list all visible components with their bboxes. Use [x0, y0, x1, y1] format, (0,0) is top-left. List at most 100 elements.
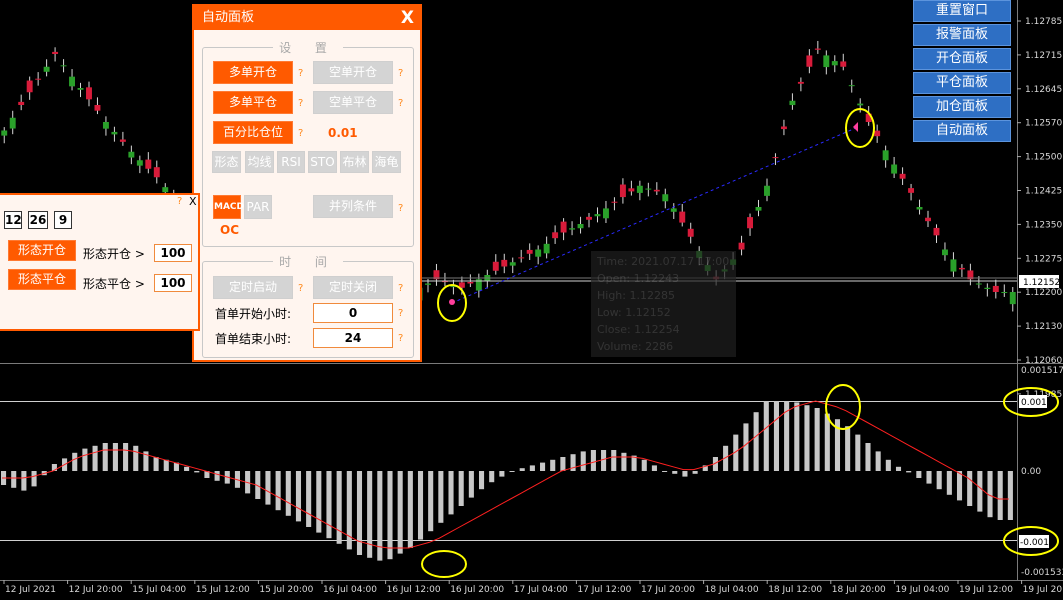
pattern-open-label: 形态开仓 >: [83, 247, 145, 261]
close-icon[interactable]: X: [189, 195, 197, 208]
candle-body: [136, 160, 143, 166]
open-panel-button[interactable]: 开仓面板: [913, 48, 1011, 70]
histogram-bar: [814, 408, 820, 471]
histogram-bar: [194, 471, 200, 473]
help-icon[interactable]: ?: [298, 283, 303, 294]
ma-tag-button[interactable]: 均线: [245, 151, 274, 173]
par-button[interactable]: PAR: [244, 195, 272, 219]
time-tick-label: 15 Jul 12:00: [196, 585, 250, 595]
histogram-bar: [967, 471, 973, 506]
alert-panel-button[interactable]: 报警面板: [913, 24, 1011, 46]
percent-position-button[interactable]: 百分比仓位: [213, 121, 293, 144]
candle-body: [670, 208, 677, 212]
multi-close-button[interactable]: 多单平仓: [213, 91, 293, 114]
pattern-open-button[interactable]: 形态开仓: [8, 240, 76, 261]
rsi-tag-button[interactable]: RSI: [277, 151, 305, 173]
histogram-bar: [773, 401, 780, 471]
candle-body: [467, 281, 474, 284]
candle-body: [577, 224, 584, 229]
time-tick-label: 15 Jul 20:00: [259, 585, 313, 595]
price-tick-label: 1.12785: [1025, 17, 1062, 27]
histogram-bar: [794, 402, 800, 471]
candle-body: [611, 201, 618, 203]
add-position-panel-button[interactable]: 加仓面板: [913, 96, 1011, 118]
auto-panel: 自动面板 X 设 置 多单开仓 ? 空单开仓 ? 多单平仓 ? 空单平仓 ? 百…: [192, 4, 422, 362]
candle-body: [162, 187, 169, 193]
pattern-close-button[interactable]: 形态平仓: [8, 269, 76, 290]
candle-body: [908, 188, 915, 193]
histogram-bar: [184, 466, 190, 471]
help-icon[interactable]: ?: [398, 203, 403, 214]
short-close-button[interactable]: 空单平仓: [313, 91, 393, 114]
histogram-bar: [855, 434, 861, 471]
histogram-bar: [316, 471, 322, 533]
help-icon[interactable]: ?: [177, 196, 182, 207]
histogram-bar: [692, 471, 698, 474]
help-icon[interactable]: ?: [398, 68, 403, 79]
histogram-bar: [11, 471, 17, 488]
first-end-input[interactable]: 24: [313, 328, 393, 348]
pattern-tag-button[interactable]: 形态: [212, 151, 241, 173]
candle-body: [518, 257, 525, 259]
help-icon[interactable]: ?: [398, 98, 403, 109]
timer-start-button[interactable]: 定时启动: [213, 276, 293, 299]
help-icon[interactable]: ?: [398, 333, 403, 344]
histogram-bar: [753, 412, 759, 471]
first-start-input[interactable]: 0: [313, 303, 393, 323]
candle-body: [18, 101, 25, 105]
price-tick-label: 1.12570: [1025, 119, 1062, 129]
histogram-bar: [936, 471, 942, 490]
candle-body: [119, 139, 126, 142]
histogram-bar: [163, 459, 169, 471]
turtle-tag-button[interactable]: 海龟: [372, 151, 401, 173]
entry-marker: [449, 299, 455, 305]
macd-button[interactable]: MACD: [213, 195, 244, 219]
auto-panel-button[interactable]: 自动面板: [913, 120, 1011, 142]
param-fast[interactable]: 12: [4, 211, 22, 229]
multi-open-button[interactable]: 多单开仓: [213, 61, 293, 84]
candle-body: [128, 151, 135, 158]
short-open-button[interactable]: 空单开仓: [313, 61, 393, 84]
timer-stop-button[interactable]: 定时关闭: [313, 276, 393, 299]
histogram-bar: [895, 466, 902, 471]
pattern-open-input[interactable]: 100: [154, 244, 192, 262]
histogram-bar: [845, 426, 851, 471]
pattern-close-input[interactable]: 100: [154, 274, 192, 292]
close-icon[interactable]: X: [401, 6, 414, 30]
candle-body: [814, 48, 821, 50]
sto-tag-button[interactable]: STO: [308, 151, 337, 173]
help-icon[interactable]: ?: [398, 283, 403, 294]
time-tick-label: 12 Jul 2021: [5, 585, 56, 595]
candle-body: [602, 208, 609, 219]
bollinger-tag-button[interactable]: 布林: [340, 151, 369, 173]
histogram-bar: [102, 443, 108, 471]
histogram-bar: [743, 423, 749, 471]
help-icon[interactable]: ?: [298, 68, 303, 79]
histogram-bar: [326, 471, 332, 539]
help-icon[interactable]: ?: [298, 128, 303, 139]
indicator-tick-label: 0.00: [1021, 467, 1041, 477]
reset-window-button[interactable]: 重置窗口: [913, 0, 1011, 22]
candle-body: [679, 211, 686, 223]
auto-panel-header[interactable]: 自动面板 X: [194, 6, 420, 30]
candle-body: [501, 259, 508, 267]
help-icon[interactable]: ?: [398, 308, 403, 319]
histogram-bar: [336, 471, 342, 544]
histogram-bar: [875, 451, 881, 471]
histogram-bar: [417, 471, 424, 540]
histogram-bar: [662, 471, 668, 472]
indicator-tick-label: 0.001517: [1021, 366, 1063, 376]
side-button-stack: 重置窗口 报警面板 开仓面板 平仓面板 加仓面板 自动面板: [913, 0, 1011, 144]
histogram-bar: [458, 471, 464, 506]
close-panel-button[interactable]: 平仓面板: [913, 72, 1011, 94]
help-icon[interactable]: ?: [298, 98, 303, 109]
candle-body: [425, 283, 431, 285]
parallel-condition-button[interactable]: 并列条件: [313, 195, 393, 218]
candle-body: [492, 261, 499, 271]
candle-body: [831, 61, 838, 66]
param-signal[interactable]: 9: [54, 211, 72, 229]
histogram-bar: [1007, 471, 1013, 520]
indicator-tick-label: -0.001533: [1021, 568, 1063, 578]
param-slow[interactable]: 26: [28, 211, 48, 229]
candle-body: [975, 283, 982, 285]
